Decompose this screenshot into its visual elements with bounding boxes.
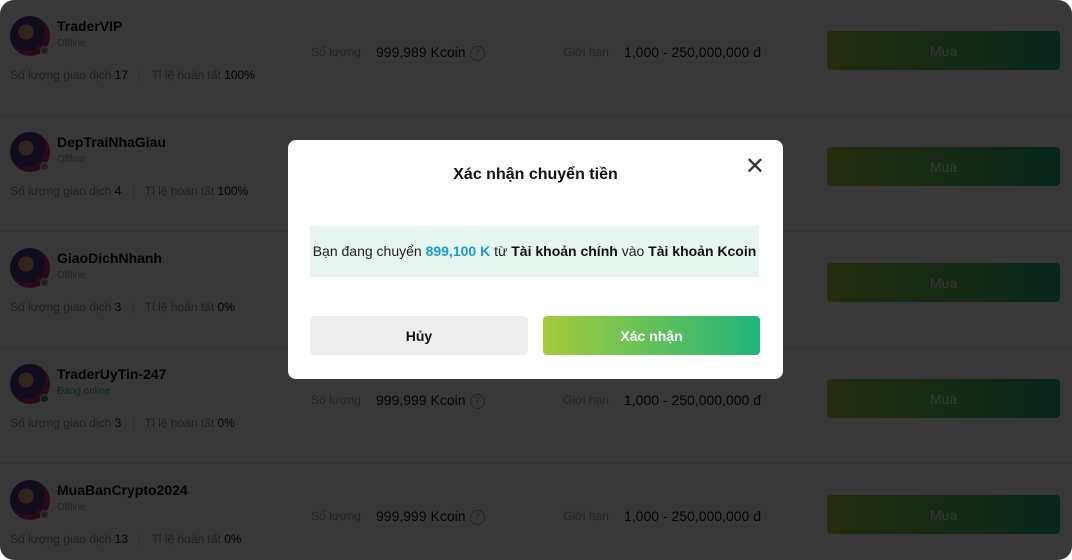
message-to: vào	[621, 243, 645, 259]
dialog-title: Xác nhận chuyển tiền	[453, 166, 618, 183]
target-account: Tài khoản Kcoin	[648, 243, 757, 259]
close-icon[interactable]: ✕	[745, 155, 765, 179]
source-account: Tài khoản chính	[511, 243, 618, 259]
transfer-amount: 899,100 K	[425, 243, 491, 259]
message-from: từ	[494, 243, 508, 259]
confirm-transfer-dialog: Xác nhận chuyển tiền ✕ Bạn đang chuyển 8…	[288, 140, 783, 379]
transfer-message: Bạn đang chuyển 899,100 K từ Tài khoản c…	[310, 226, 759, 277]
confirm-button[interactable]: Xác nhận	[543, 316, 760, 355]
cancel-button[interactable]: Hủy	[310, 316, 528, 355]
message-prefix: Bạn đang chuyển	[312, 243, 422, 259]
